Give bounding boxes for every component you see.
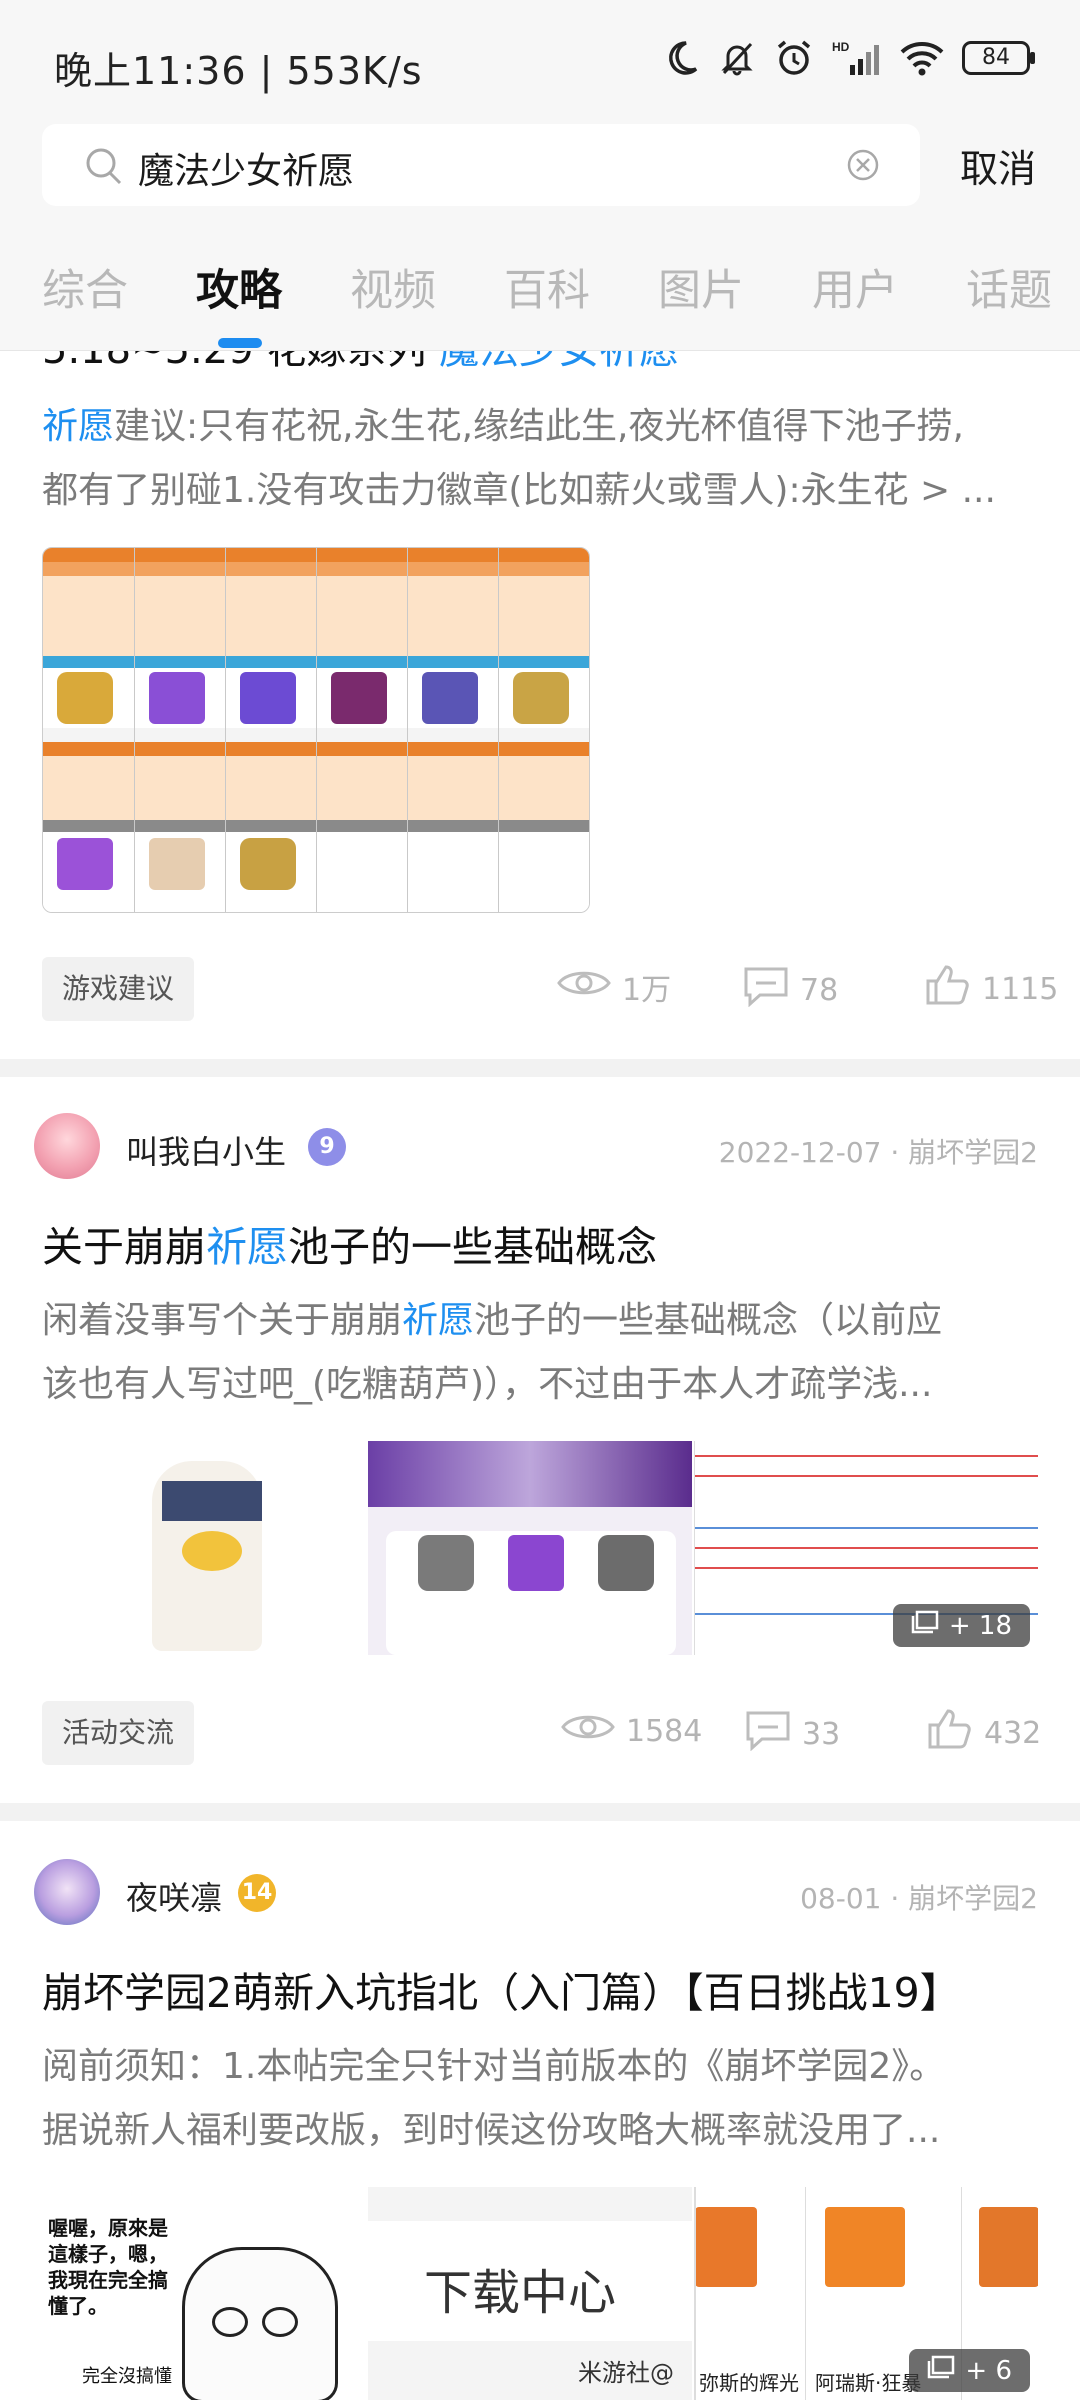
tab-huati[interactable]: 话题 — [966, 256, 1052, 318]
post-image-strip[interactable]: 喔喔，原來是這樣子，嗯，我現在完全搞懂了。 完全沒搞懂 下载中心 米游社@ 弥斯… — [42, 2187, 1038, 2400]
views-stat: 1584 — [560, 1709, 702, 1753]
tab-yonghu[interactable]: 用户 — [812, 256, 898, 318]
tab-bar: 综合 攻略 视频 百科 图片 用户 话题 — [0, 230, 1080, 351]
post-image[interactable]: 下载中心 米游社@ — [368, 2187, 692, 2400]
post-image-strip[interactable]: + 18 — [42, 1441, 1038, 1655]
character-icon — [331, 672, 387, 724]
badge-icon — [57, 672, 113, 724]
tab-tupian[interactable]: 图片 — [658, 256, 744, 318]
weapon-icon — [240, 672, 296, 724]
badge-icon — [240, 838, 296, 890]
moon-icon — [662, 39, 700, 77]
gallery-icon — [927, 2355, 955, 2386]
clear-icon[interactable] — [846, 148, 880, 186]
post-title[interactable]: 崩坏学园2萌新入坑指北（入门篇）【百日挑战19】 — [42, 1959, 961, 2019]
wifi-icon — [900, 40, 944, 76]
tab-zonghe[interactable]: 综合 — [42, 256, 128, 318]
thumbs-up-icon — [924, 963, 972, 1015]
views-stat: 1万 — [556, 965, 671, 1009]
avatar[interactable] — [34, 1113, 100, 1179]
comment-icon — [742, 965, 790, 1015]
divider — [0, 1059, 1080, 1077]
weapon-icon — [57, 838, 113, 890]
tab-baike[interactable]: 百科 — [504, 256, 590, 318]
eye-icon — [556, 965, 612, 1009]
active-tab-indicator — [218, 338, 262, 348]
character-icon — [149, 838, 205, 890]
post-excerpt[interactable]: 闲着没事写个关于崩崩祈愿池子的一些基础概念（以前应 该也有人写过吧_(吃糖葫芦)… — [42, 1289, 1038, 1417]
status-bar: 晚上11:36 | 553K/s HD 84 — [0, 0, 1080, 120]
image-count-badge: + 6 — [909, 2349, 1030, 2392]
result-feed[interactable]: 5.18~5.29 花嫁系列 魔法少女祈愿 祈愿建议:只有花祝,永生花,缘结此生… — [0, 351, 1080, 2400]
bell-muted-icon — [718, 39, 756, 77]
post-meta: 2022-12-07 · 崩坏学园2 — [718, 1136, 1038, 1169]
post-tag[interactable]: 活动交流 — [42, 1701, 195, 1765]
post-image[interactable] — [368, 1441, 692, 1655]
comment-icon — [744, 1709, 792, 1759]
avatar[interactable] — [34, 1859, 100, 1925]
post-excerpt[interactable]: 阅前须知：1.本帖完全只针对当前版本的《崩坏学园2》。 据说新人福利要改版，到时… — [42, 2035, 1038, 2163]
alarm-icon — [774, 38, 814, 78]
author-name[interactable]: 叫我白小生 — [126, 1127, 286, 1173]
tab-shipin[interactable]: 视频 — [350, 256, 436, 318]
post-excerpt[interactable]: 祈愿建议:只有花祝,永生花,缘结此生,夜光杯值得下池子捞, 都有了别碰1.没有攻… — [42, 395, 1038, 523]
search-row: 魔法少女祈愿 取消 — [0, 120, 1080, 230]
signal-icon: HD — [832, 39, 882, 77]
badge-icon — [513, 672, 569, 724]
post-image[interactable] — [42, 1441, 366, 1655]
weapon-icon — [149, 672, 205, 724]
comments-stat[interactable]: 33 — [744, 1709, 840, 1759]
comments-stat[interactable]: 78 — [742, 965, 838, 1015]
divider — [0, 1803, 1080, 1821]
post-title[interactable]: 关于崩崩祈愿池子的一些基础概念 — [42, 1213, 657, 1273]
cancel-button[interactable]: 取消 — [960, 138, 1036, 193]
post-image-table[interactable] — [42, 547, 590, 913]
image-count-badge: + 18 — [892, 1604, 1030, 1647]
post-tag[interactable]: 游戏建议 — [42, 957, 195, 1021]
post-image[interactable]: 喔喔，原來是這樣子，嗯，我現在完全搞懂了。 完全沒搞懂 — [42, 2187, 366, 2400]
status-time: 晚上11:36 | 553K/s — [54, 49, 423, 93]
search-icon — [84, 146, 124, 190]
likes-stat[interactable]: 432 — [926, 1707, 1041, 1759]
eye-icon — [560, 1709, 616, 1753]
tab-gonglue[interactable]: 攻略 — [196, 256, 282, 318]
battery-icon: 84 — [962, 41, 1035, 75]
pet-icon — [422, 672, 478, 724]
svg-text:HD: HD — [832, 40, 850, 54]
likes-stat[interactable]: 1115 — [924, 963, 1058, 1015]
level-badge: 14 — [238, 1874, 276, 1912]
gallery-icon — [911, 1610, 939, 1641]
level-badge: 9 — [308, 1128, 346, 1166]
status-icons: HD 84 — [662, 38, 1035, 78]
author-name[interactable]: 夜咲凛 — [126, 1873, 222, 1919]
search-box[interactable]: 魔法少女祈愿 — [42, 124, 920, 206]
thumbs-up-icon — [926, 1707, 974, 1759]
post-title[interactable]: 5.18~5.29 花嫁系列 魔法少女祈愿 — [42, 351, 679, 375]
post-meta: 08-01 · 崩坏学园2 — [800, 1882, 1038, 1915]
search-input[interactable]: 魔法少女祈愿 — [138, 142, 354, 194]
